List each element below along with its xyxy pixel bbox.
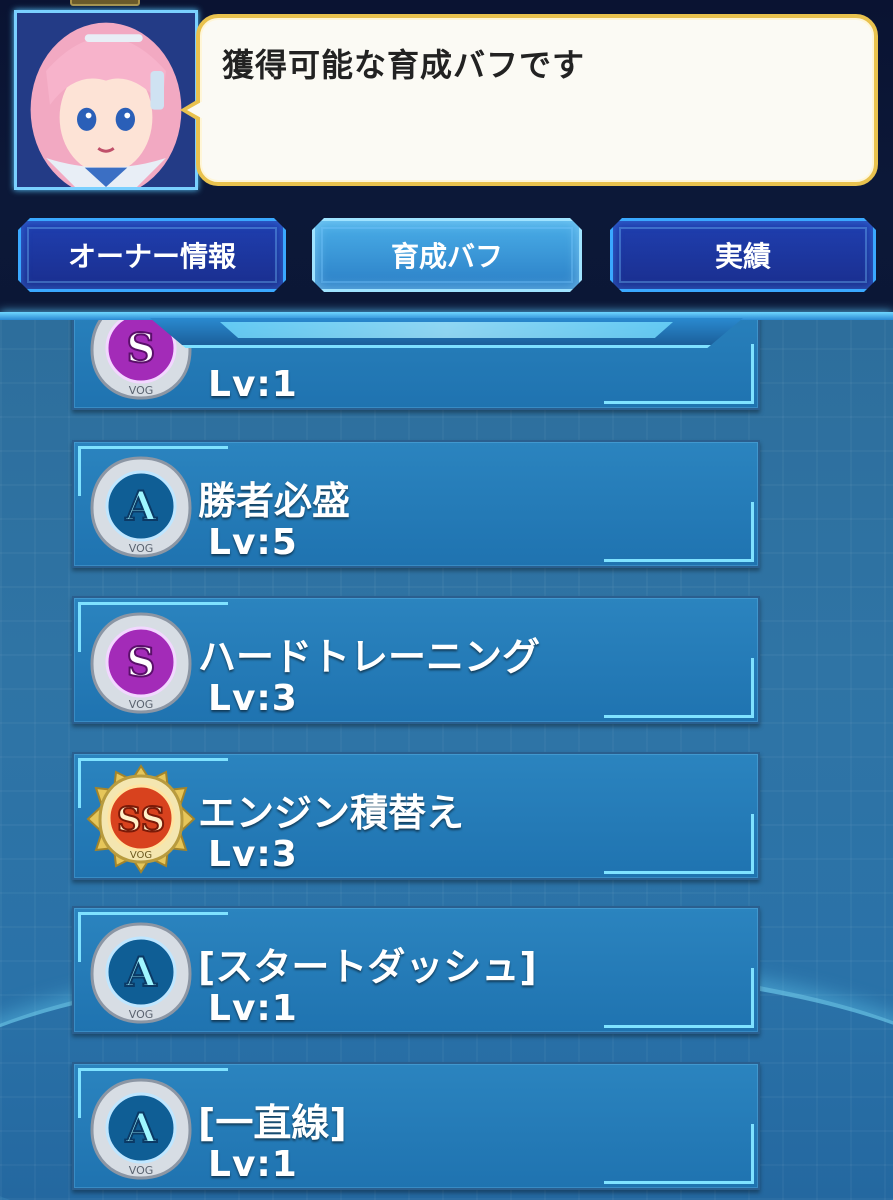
rank-a-badge-icon: A VOG: [88, 454, 194, 560]
buff-level: Lv:3: [208, 834, 298, 875]
speech-text: 獲得可能な育成バフです: [222, 46, 586, 84]
svg-text:VOG: VOG: [129, 1008, 154, 1021]
svg-text:SS: SS: [117, 800, 165, 840]
rank-a-badge-icon: A VOG: [88, 920, 194, 1026]
tab-training-buff-label: 育成バフ: [390, 240, 503, 273]
card-frame: [744, 502, 754, 562]
card-frame: [744, 658, 754, 718]
character-portrait: [14, 10, 198, 190]
card-frame: [78, 602, 88, 652]
tab-achievements-label: 実績: [714, 240, 771, 273]
card-frame: [744, 1124, 754, 1184]
tab-training-buff[interactable]: 育成バフ: [312, 218, 582, 292]
tab-owner-info-label: オーナー情報: [67, 240, 236, 273]
card-frame: [744, 968, 754, 1028]
card-frame: [604, 1174, 754, 1184]
svg-text:VOG: VOG: [129, 384, 154, 397]
buff-level: Lv:1: [208, 1144, 298, 1185]
card-frame: [78, 758, 88, 808]
buff-list[interactable]: S VOG Lv:1 A VOG 勝者必盛 Lv:5 S VOG ハードトレーニ…: [0, 320, 893, 1200]
card-frame: [604, 864, 754, 874]
buff-level: Lv:5: [208, 522, 298, 563]
buff-level: Lv:1: [208, 988, 298, 1029]
buff-card[interactable]: SS VOG エンジン積替え Lv:3: [72, 752, 760, 880]
card-frame: [744, 344, 754, 404]
buff-card[interactable]: A VOG [一直線] Lv:1: [72, 1062, 760, 1190]
svg-text:VOG: VOG: [129, 542, 154, 555]
card-frame: [604, 708, 754, 718]
card-frame: [78, 1068, 88, 1118]
tab-achievements[interactable]: 実績: [610, 218, 876, 292]
card-frame: [604, 1018, 754, 1028]
buff-name: [一直線]: [198, 1101, 347, 1145]
tab-owner-info[interactable]: オーナー情報: [18, 218, 286, 292]
card-frame: [604, 552, 754, 562]
card-frame: [604, 394, 754, 404]
rank-ss-badge-icon: SS VOG: [86, 764, 196, 874]
card-frame: [78, 912, 88, 962]
speech-tail-inner: [187, 101, 203, 119]
rank-a-badge-icon: A VOG: [88, 1076, 194, 1182]
buff-card[interactable]: A VOG [スタートダッシュ] Lv:1: [72, 906, 760, 1034]
buff-name: ハードトレーニング: [198, 635, 541, 679]
top-handle: [70, 0, 140, 6]
header-trim-glow: [220, 322, 673, 338]
svg-text:S: S: [127, 639, 156, 686]
svg-text:S: S: [127, 325, 156, 372]
buff-name: 勝者必盛: [198, 479, 351, 523]
buff-card[interactable]: A VOG 勝者必盛 Lv:5: [72, 440, 760, 568]
buff-card[interactable]: S VOG ハードトレーニング Lv:3: [72, 596, 760, 724]
buff-level: Lv:1: [208, 364, 298, 405]
buff-level: Lv:3: [208, 678, 298, 719]
svg-text:A: A: [124, 1105, 157, 1152]
card-frame: [78, 446, 88, 496]
header-bar: 獲得可能な育成バフです オーナー情報 育成バフ 実績: [0, 0, 893, 320]
buff-name: [スタートダッシュ]: [198, 945, 537, 989]
buff-name: エンジン積替え: [198, 791, 465, 835]
svg-text:A: A: [124, 483, 157, 530]
card-frame: [744, 814, 754, 874]
svg-text:A: A: [124, 949, 157, 996]
rank-s-badge-icon: S VOG: [88, 610, 194, 716]
character-avatar-icon: [17, 13, 195, 187]
svg-text:VOG: VOG: [129, 1164, 154, 1177]
svg-text:VOG: VOG: [130, 850, 152, 861]
speech-bubble: 獲得可能な育成バフです: [196, 14, 878, 186]
svg-text:VOG: VOG: [129, 698, 154, 711]
